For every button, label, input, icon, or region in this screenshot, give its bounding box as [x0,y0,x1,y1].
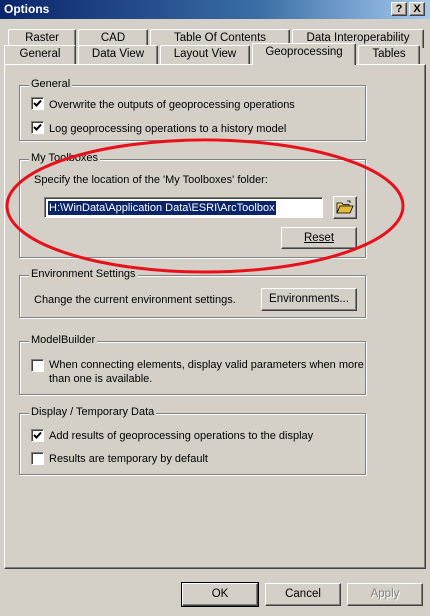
ok-button[interactable]: OK [181,582,259,607]
apply-button[interactable]: Apply [347,583,423,606]
display-valid-parameters-checkbox[interactable] [31,359,44,372]
tab-tables[interactable]: Tables [358,45,420,64]
general-legend: General [29,78,73,91]
overwrite-label[interactable]: Overwrite the outputs of geoprocessing o… [49,98,295,112]
add-results-checkbox[interactable] [31,429,44,442]
log-history-label[interactable]: Log geoprocessing operations to a histor… [49,122,286,136]
check-icon [33,99,42,107]
add-results-label[interactable]: Add results of geoprocessing operations … [49,429,313,443]
log-history-checkbox[interactable] [31,121,44,134]
environment-description: Change the current environment settings. [34,294,236,306]
results-temporary-checkbox[interactable] [31,452,44,465]
results-temporary-label[interactable]: Results are temporary by default [49,452,208,466]
toolboxes-path-input[interactable]: H:\WinData\Application Data\ESRI\ArcTool… [44,197,323,218]
title-bar: Options ? X [0,0,430,19]
reset-label: Reset [303,232,335,244]
tab-layout-view[interactable]: Layout View [160,45,250,64]
cancel-button[interactable]: Cancel [265,583,341,606]
toolboxes-instruction: Specify the location of the 'My Toolboxe… [34,174,268,186]
check-icon [33,123,42,131]
display-valid-parameters-label-line1[interactable]: When connecting elements, display valid … [49,358,364,372]
tab-data-view[interactable]: Data View [78,45,158,64]
environments-button[interactable]: Environments... [261,288,357,311]
display-valid-parameters-label-line2[interactable]: than one is available. [49,372,152,386]
open-folder-icon [336,200,354,214]
window-title: Options [4,2,50,16]
check-icon [33,431,42,439]
close-button[interactable]: X [409,2,425,16]
reset-button[interactable]: Reset [281,227,357,249]
modelbuilder-legend: ModelBuilder [29,334,98,347]
help-button[interactable]: ? [391,2,407,16]
toolboxes-path-value: H:\WinData\Application Data\ESRI\ArcTool… [48,201,276,215]
tab-geoprocessing[interactable]: Geoprocessing [252,43,356,65]
my-toolboxes-legend: My Toolboxes [29,152,101,165]
browse-folder-button[interactable] [333,196,357,219]
overwrite-checkbox[interactable] [31,97,44,110]
tab-general[interactable]: General [4,45,76,64]
environment-legend: Environment Settings [29,268,138,281]
display-temporary-legend: Display / Temporary Data [29,406,157,419]
